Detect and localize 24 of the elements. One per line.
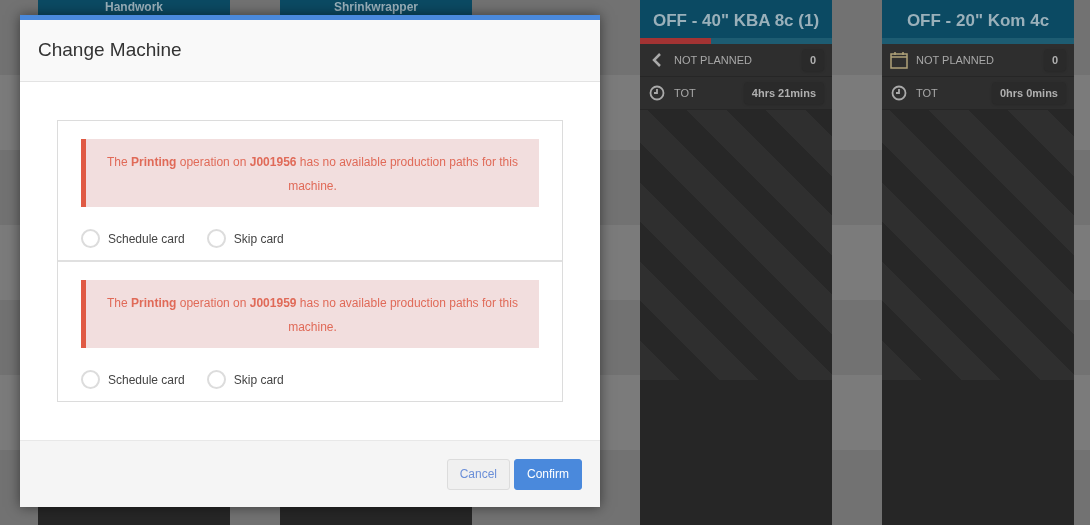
- stat-value: 4hrs 21mins: [743, 81, 824, 105]
- chevron-left-icon[interactable]: [652, 53, 662, 67]
- radio-option[interactable]: Schedule card: [81, 229, 185, 248]
- clock-icon: [649, 85, 665, 101]
- stat-label: TOT: [916, 85, 939, 101]
- stat-label: TOT: [674, 85, 697, 101]
- dialog-title: Change Machine: [38, 38, 182, 63]
- machine-title: Shrinkwrapper: [334, 1, 418, 13]
- machine-title: Handwork: [105, 1, 163, 13]
- confirm-button[interactable]: Confirm: [514, 458, 582, 490]
- stat-value: 0: [801, 48, 824, 72]
- error-message: The Printing operation on J001959 has no available production paths for this machine.: [107, 296, 518, 334]
- radio-option[interactable]: Schedule card: [81, 370, 185, 389]
- stat-value: 0: [1043, 48, 1066, 72]
- machine-title: OFF - 20" Kom 4c: [906, 12, 1050, 29]
- calendar-icon: [890, 51, 908, 69]
- stat-value: 0hrs 0mins: [991, 81, 1066, 105]
- radio-option[interactable]: Skip card: [206, 229, 284, 248]
- machine-title: OFF - 40" KBA 8c (1): [652, 12, 820, 29]
- stat-label: NOT PLANNED: [674, 52, 754, 68]
- clock-icon: [891, 85, 907, 101]
- stat-label: NOT PLANNED: [916, 52, 996, 68]
- radio-option[interactable]: Skip card: [206, 370, 284, 389]
- error-message: The Printing operation on J001956 has no available production paths for this machine.: [107, 155, 518, 193]
